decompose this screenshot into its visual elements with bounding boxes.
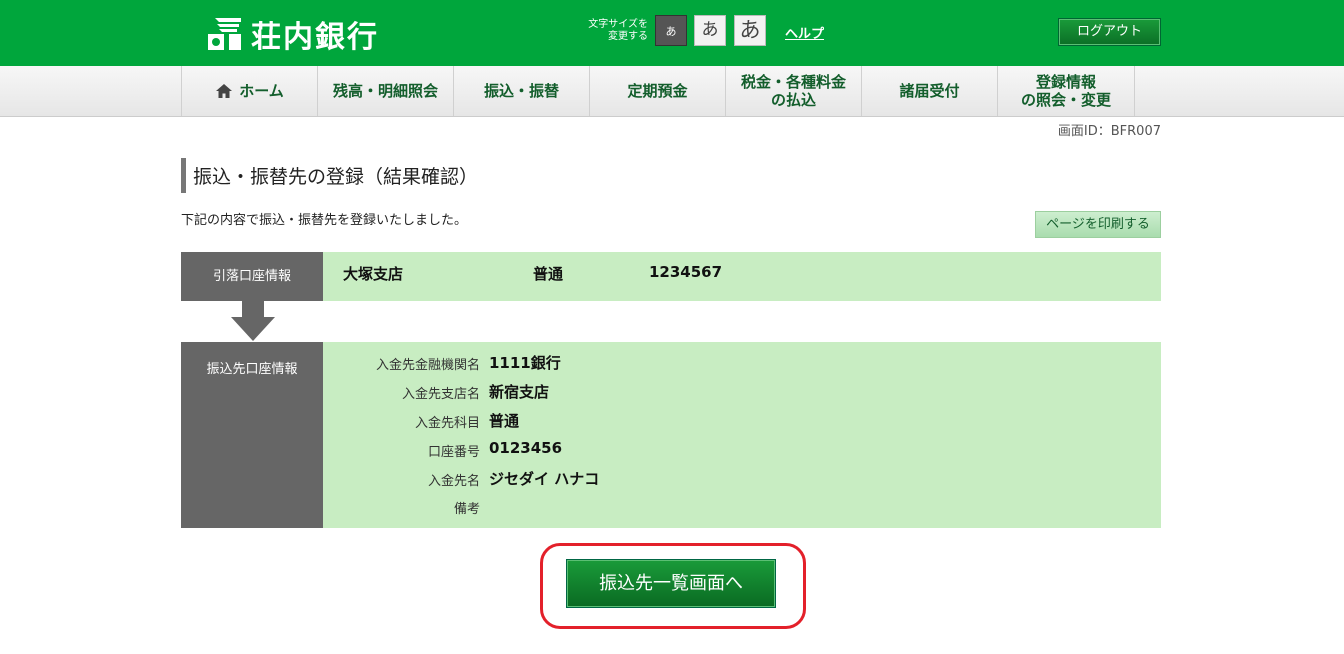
from-account-label: 引落口座情報 xyxy=(181,252,323,301)
font-size-large-button[interactable]: あ xyxy=(734,15,766,46)
nav-label-registration-line2: の照会・変更 xyxy=(1020,91,1111,109)
detail-value: 1111銀行 xyxy=(489,354,561,372)
from-account-panel: 大塚支店 普通 1234567 xyxy=(323,252,1161,301)
detail-row-remarks: 備考 xyxy=(323,494,1161,523)
nav-label-tax-payment: 税金・各種料金 の払込 xyxy=(741,73,846,109)
nav-item-home[interactable]: ホーム xyxy=(182,66,318,116)
bank-name: 荘内銀行 xyxy=(251,20,379,55)
nav-label-home: ホーム xyxy=(239,82,284,100)
go-to-recipient-list-button[interactable]: 振込先一覧画面へ xyxy=(566,559,776,608)
nav-item-notifications[interactable]: 諸届受付 xyxy=(862,66,998,116)
nav-item-transfer[interactable]: 振込・振替 xyxy=(454,66,590,116)
down-arrow-icon xyxy=(231,301,275,341)
detail-row-branch: 入金先支店名 新宿支店 xyxy=(323,379,1161,408)
nav-item-balance[interactable]: 残高・明細照会 xyxy=(318,66,454,116)
detail-row-bank: 入金先金融機関名 1111銀行 xyxy=(323,350,1161,379)
font-size-medium-button[interactable]: あ xyxy=(694,15,726,46)
help-link[interactable]: ヘルプ xyxy=(785,23,824,42)
nav-label-transfer: 振込・振替 xyxy=(483,82,559,100)
nav-label-registration-info: 登録情報 の照会・変更 xyxy=(1021,73,1111,109)
nav-item-time-deposit[interactable]: 定期預金 xyxy=(590,66,726,116)
detail-row-account-type: 入金先科目 普通 xyxy=(323,408,1161,437)
nav-label-balance: 残高・明細照会 xyxy=(332,82,438,100)
from-account-number: 1234567 xyxy=(649,263,723,281)
nav-label-time-deposit: 定期預金 xyxy=(627,82,688,100)
detail-row-recipient-name: 入金先名 ジセダイ ハナコ xyxy=(323,466,1161,495)
detail-value: 0123456 xyxy=(489,439,563,457)
header-bar: 荘内銀行 文字サイズを 変更する あ あ あ ヘルプ ログアウト xyxy=(0,0,1344,66)
nav-item-registration-info[interactable]: 登録情報 の照会・変更 xyxy=(998,66,1135,116)
page-description: 下記の内容で振込・振替先を登録いたしました。 xyxy=(181,213,468,228)
logout-button[interactable]: ログアウト xyxy=(1058,18,1161,46)
font-size-label-line2: 変更する xyxy=(608,31,648,42)
nav-label-registration-line1: 登録情報 xyxy=(1035,73,1096,91)
main-nav: ホーム 残高・明細照会 振込・振替 定期預金 税金・各種料金 の払込 諸届受付 … xyxy=(0,66,1344,117)
to-account-panel: 入金先金融機関名 1111銀行 入金先支店名 新宿支店 入金先科目 普通 口座番… xyxy=(323,342,1161,528)
detail-key: 口座番号 xyxy=(427,445,480,460)
detail-value: 普通 xyxy=(489,412,520,430)
nav-label-notifications: 諸届受付 xyxy=(899,82,960,100)
nav-label-tax-line1: 税金・各種料金 xyxy=(740,73,846,91)
to-account-label: 振込先口座情報 xyxy=(181,342,323,528)
detail-key: 入金先名 xyxy=(427,474,480,489)
bank-logo[interactable]: 荘内銀行 xyxy=(205,12,379,56)
from-account-type: 普通 xyxy=(533,265,564,283)
screen-id: 画面ID：BFR007 xyxy=(1057,124,1161,139)
detail-row-account-number: 口座番号 0123456 xyxy=(323,437,1161,466)
title-accent-bar xyxy=(181,158,186,193)
from-account-branch: 大塚支店 xyxy=(343,265,404,283)
detail-value: ジセダイ ハナコ xyxy=(489,470,600,488)
nav-item-tax-payment[interactable]: 税金・各種料金 の払込 xyxy=(726,66,862,116)
nav-label-tax-line2: の払込 xyxy=(770,91,816,109)
detail-value: 新宿支店 xyxy=(489,383,550,401)
print-page-button[interactable]: ページを印刷する xyxy=(1035,211,1161,238)
bank-logo-icon xyxy=(208,18,241,50)
font-size-small-button[interactable]: あ xyxy=(655,15,687,46)
font-size-label-line1: 文字サイズを xyxy=(588,19,648,30)
detail-key: 備考 xyxy=(453,502,480,517)
home-icon xyxy=(216,84,233,98)
detail-key: 入金先金融機関名 xyxy=(375,358,480,373)
font-size-label: 文字サイズを 変更する xyxy=(560,19,648,43)
page-title: 振込・振替先の登録（結果確認） xyxy=(193,166,479,188)
detail-key: 入金先支店名 xyxy=(401,387,480,402)
detail-key: 入金先科目 xyxy=(414,416,480,431)
